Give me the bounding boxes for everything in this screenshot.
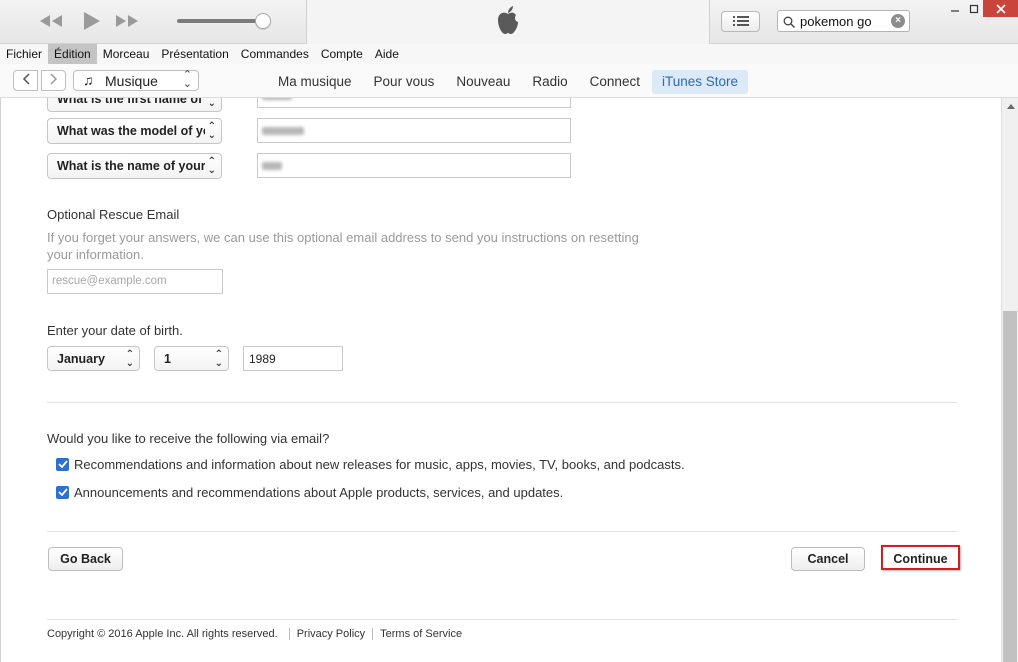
menu-edition[interactable]: Édition	[48, 44, 97, 64]
security-question-3-select[interactable]: What is the name of your favorite childr…	[47, 153, 222, 179]
email-pref-option-1[interactable]: Recommendations and information about ne…	[56, 456, 685, 472]
checkbox-checked-icon[interactable]	[56, 485, 69, 499]
music-note-icon: ♫	[83, 72, 94, 88]
tab-ma-musique[interactable]: Ma musique	[268, 70, 362, 94]
dob-day-select[interactable]: 1 ⌃ ⌄	[154, 346, 229, 371]
dob-month-select[interactable]: January ⌃ ⌄	[47, 346, 140, 371]
security-question-1-select[interactable]: What is the first name of your best frie…	[47, 98, 222, 112]
updown-chevron-icon: ⌃⌄	[207, 98, 216, 109]
footer-separator	[288, 628, 290, 640]
menu-fichier[interactable]: Fichier	[0, 44, 48, 64]
updown-chevron-icon: ⌃⌄	[182, 69, 192, 90]
tab-pour-vous[interactable]: Pour vous	[364, 70, 445, 94]
rescue-email-hint: If you forget your answers, we can use t…	[47, 230, 639, 262]
updown-chevron-icon: ⌃⌄	[125, 349, 134, 369]
footer: Copyright © 2016 Apple Inc. All rights r…	[47, 628, 462, 640]
search-field[interactable]: pokemon go ×	[777, 10, 910, 32]
divider	[47, 402, 957, 403]
search-input[interactable]: pokemon go	[800, 14, 872, 29]
security-answer-1-input[interactable]	[257, 98, 571, 108]
rescue-email-title: Optional Rescue Email	[47, 207, 180, 222]
list-view-button[interactable]	[721, 11, 760, 32]
apple-logo-icon	[495, 5, 521, 40]
privacy-policy-link[interactable]: Privacy Policy	[297, 628, 365, 640]
media-type-label: Musique	[105, 73, 158, 89]
security-question-2-label: What was the model of your first car?	[57, 124, 205, 138]
dob-title: Enter your date of birth.	[47, 323, 183, 338]
dob-month-value: January	[57, 352, 105, 366]
security-answer-2-input[interactable]	[257, 118, 571, 143]
back-button[interactable]	[13, 70, 38, 91]
clear-search-icon[interactable]: ×	[891, 14, 905, 28]
fast-forward-icon[interactable]	[112, 10, 142, 32]
updown-chevron-icon: ⌃⌄	[214, 349, 223, 369]
footer-separator	[372, 628, 374, 640]
nav-tabs: Ma musique Pour vous Nouveau Radio Conne…	[268, 70, 750, 94]
tab-radio[interactable]: Radio	[522, 70, 577, 94]
dob-day-value: 1	[164, 352, 171, 366]
chevron-right-icon	[49, 72, 58, 90]
menu-morceau[interactable]: Morceau	[97, 44, 156, 64]
chevron-left-icon	[22, 72, 30, 90]
tab-itunes-store[interactable]: iTunes Store	[651, 70, 749, 94]
scroll-up-arrow-icon[interactable]	[1002, 98, 1018, 115]
tab-connect[interactable]: Connect	[580, 70, 650, 94]
list-view-icon	[732, 13, 749, 31]
terms-of-service-link[interactable]: Terms of Service	[380, 628, 462, 640]
cancel-button[interactable]: Cancel	[791, 547, 865, 571]
rescue-email-input[interactable]: rescue@example.com	[47, 269, 223, 294]
updown-chevron-icon: ⌃⌄	[207, 156, 216, 176]
rewind-icon[interactable]	[36, 10, 66, 32]
menu-aide[interactable]: Aide	[369, 44, 405, 64]
security-question-1-label: What is the first name of your best frie…	[57, 98, 205, 106]
continue-button[interactable]: Continue	[884, 547, 957, 571]
play-icon[interactable]	[76, 10, 106, 32]
updown-chevron-icon: ⌃⌄	[207, 121, 216, 141]
volume-slider-knob[interactable]	[254, 13, 271, 29]
minimize-window-button[interactable]	[945, 0, 965, 17]
copyright-text: Copyright © 2016 Apple Inc. All rights r…	[47, 628, 278, 640]
security-question-2-select[interactable]: What was the model of your first car? ⌃⌄	[47, 118, 222, 144]
forward-button[interactable]	[41, 70, 66, 91]
menu-bar: Fichier Édition Morceau Présentation Com…	[0, 44, 1018, 64]
search-icon	[783, 15, 796, 33]
restore-window-button[interactable]	[965, 0, 983, 17]
security-question-3-label: What is the name of your favorite childr…	[57, 159, 205, 173]
tab-nouveau[interactable]: Nouveau	[446, 70, 520, 94]
account-form: What is the first name of your best frie…	[0, 98, 1001, 662]
email-pref-option-2-label: Announcements and recommendations about …	[74, 484, 564, 500]
email-pref-option-1-label: Recommendations and information about ne…	[74, 456, 685, 472]
scrollbar-thumb[interactable]	[1003, 311, 1017, 662]
media-type-select[interactable]: ♫ Musique ⌃ ⌄	[73, 70, 199, 91]
dob-year-input[interactable]: 1989	[243, 346, 343, 371]
email-prefs-question: Would you like to receive the following …	[47, 431, 330, 446]
redacted-answer	[262, 98, 292, 100]
menu-presentation[interactable]: Présentation	[155, 44, 234, 64]
checkbox-checked-icon[interactable]	[56, 457, 69, 471]
dob-year-value: 1989	[249, 352, 276, 366]
close-window-button[interactable]	[983, 0, 1018, 17]
redacted-answer	[262, 162, 282, 170]
divider	[47, 531, 957, 532]
nav-bar: ♫ Musique ⌃ ⌄ Ma musique Pour vous Nouvea…	[0, 64, 1018, 98]
redacted-answer	[262, 127, 304, 135]
player-bar: pokemon go ×	[0, 0, 1018, 44]
go-back-button[interactable]: Go Back	[48, 547, 123, 571]
menu-compte[interactable]: Compte	[315, 44, 369, 64]
status-display	[306, 0, 710, 44]
security-answer-3-input[interactable]	[257, 153, 571, 178]
menu-commandes[interactable]: Commandes	[235, 44, 315, 64]
vertical-scrollbar[interactable]	[1001, 98, 1018, 662]
rescue-email-placeholder: rescue@example.com	[52, 275, 167, 287]
email-pref-option-2[interactable]: Announcements and recommendations about …	[56, 484, 563, 500]
divider	[47, 619, 957, 620]
